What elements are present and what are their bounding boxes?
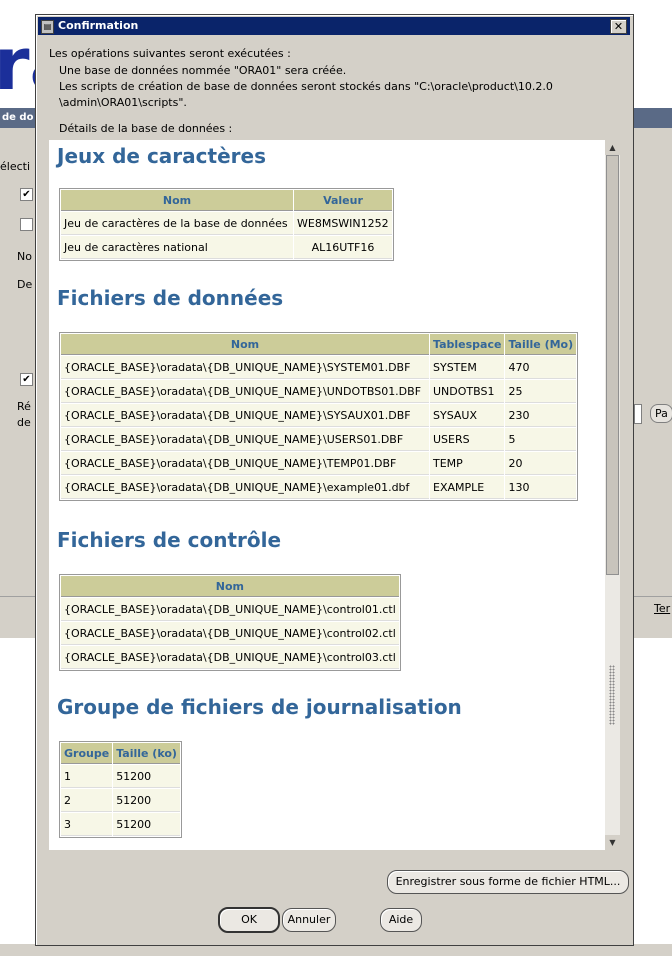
table-cell: USERS xyxy=(430,428,505,451)
controlfiles-heading: Fichiers de contrôle xyxy=(57,528,282,552)
table-cell: TEMP xyxy=(430,452,505,475)
intro-line-2: Une base de données nommée "ORA01" sera … xyxy=(59,64,347,77)
vertical-scrollbar[interactable]: ▲ ▼ xyxy=(605,140,620,850)
table-row: {ORACLE_BASE}\oradata\{DB_UNIQUE_NAME}\T… xyxy=(61,452,577,475)
datafiles-header-taille: Taille (Mo) xyxy=(505,334,577,355)
ok-button[interactable]: OK xyxy=(218,907,280,933)
scrollbar-grip xyxy=(609,665,615,725)
background-pa-button[interactable]: Pa xyxy=(650,404,672,423)
table-cell: 51200 xyxy=(113,813,180,836)
background-de2-label: de xyxy=(17,416,31,429)
background-logo: ra xyxy=(0,18,40,108)
datafiles-header-tablespace: Tablespace xyxy=(430,334,505,355)
background-logo-text: ra xyxy=(0,22,40,106)
redologs-table: Groupe Taille (ko) 1 51200 2 51200 3 512… xyxy=(59,741,182,838)
background-checkbox-1[interactable]: ✔ xyxy=(20,188,33,201)
scroll-down-arrow-icon[interactable]: ▼ xyxy=(605,835,620,850)
charsets-header-nom: Nom xyxy=(61,190,293,211)
table-cell: {ORACLE_BASE}\oradata\{DB_UNIQUE_NAME}\U… xyxy=(61,380,429,403)
intro-line-5: Détails de la base de données : xyxy=(59,122,233,135)
save-as-html-button[interactable]: Enregistrer sous forme de fichier HTML..… xyxy=(387,870,629,894)
background-checkbox-2[interactable] xyxy=(20,218,33,231)
charsets-heading: Jeux de caractères xyxy=(57,144,266,168)
table-row: {ORACLE_BASE}\oradata\{DB_UNIQUE_NAME}\c… xyxy=(61,622,399,645)
table-cell: 470 xyxy=(505,356,577,379)
table-row: 1 51200 xyxy=(61,765,180,788)
background-checkbox-3[interactable]: ✔ xyxy=(20,373,33,386)
table-cell: 230 xyxy=(505,404,577,427)
table-cell: Jeu de caractères national xyxy=(61,236,293,259)
table-row: {ORACLE_BASE}\oradata\{DB_UNIQUE_NAME}\c… xyxy=(61,598,399,621)
table-row: {ORACLE_BASE}\oradata\{DB_UNIQUE_NAME}\S… xyxy=(61,356,577,379)
background-nom-label: No xyxy=(17,250,32,263)
background-selection-label: électi xyxy=(0,160,31,173)
table-cell: {ORACLE_BASE}\oradata\{DB_UNIQUE_NAME}\c… xyxy=(61,622,399,645)
background-ter-label: Ter xyxy=(654,602,671,615)
background-input[interactable] xyxy=(634,404,642,424)
cancel-button[interactable]: Annuler xyxy=(282,908,336,932)
background-titlebar-right xyxy=(632,108,672,128)
table-cell: {ORACLE_BASE}\oradata\{DB_UNIQUE_NAME}\T… xyxy=(61,452,429,475)
table-cell: UNDOTBS1 xyxy=(430,380,505,403)
datafiles-header-nom: Nom xyxy=(61,334,429,355)
table-row: {ORACLE_BASE}\oradata\{DB_UNIQUE_NAME}\c… xyxy=(61,646,399,669)
table-cell: 2 xyxy=(61,789,113,812)
confirmation-dialog: ▤ Confirmation ✕ Les opérations suivante… xyxy=(35,14,634,946)
table-cell: 51200 xyxy=(113,765,180,788)
background-re-label: Ré xyxy=(17,400,31,413)
table-cell: 20 xyxy=(505,452,577,475)
table-cell: 5 xyxy=(505,428,577,451)
table-row: 3 51200 xyxy=(61,813,180,836)
redologs-heading: Groupe de fichiers de journalisation xyxy=(57,695,462,719)
table-row: {ORACLE_BASE}\oradata\{DB_UNIQUE_NAME}\S… xyxy=(61,404,577,427)
details-pane[interactable]: Jeux de caractères Nom Valeur Jeu de car… xyxy=(49,140,620,850)
table-row: 2 51200 xyxy=(61,789,180,812)
datafiles-table: Nom Tablespace Taille (Mo) {ORACLE_BASE}… xyxy=(59,332,579,501)
table-row: {ORACLE_BASE}\oradata\{DB_UNIQUE_NAME}\U… xyxy=(61,428,577,451)
table-cell: 3 xyxy=(61,813,113,836)
dialog-title: Confirmation xyxy=(58,19,139,32)
redologs-header-groupe: Groupe xyxy=(61,743,113,764)
help-button[interactable]: Aide xyxy=(380,908,422,932)
charsets-header-valeur: Valeur xyxy=(294,190,392,211)
table-cell: EXAMPLE xyxy=(430,476,505,499)
redologs-header-taille: Taille (ko) xyxy=(113,743,180,764)
table-cell: {ORACLE_BASE}\oradata\{DB_UNIQUE_NAME}\S… xyxy=(61,404,429,427)
table-row: Jeu de caractères national AL16UTF16 xyxy=(61,236,392,259)
scroll-up-arrow-icon[interactable]: ▲ xyxy=(605,140,620,155)
table-cell: {ORACLE_BASE}\oradata\{DB_UNIQUE_NAME}\U… xyxy=(61,428,429,451)
table-cell: AL16UTF16 xyxy=(294,236,392,259)
table-cell: Jeu de caractères de la base de données xyxy=(61,212,293,235)
table-cell: WE8MSWIN1252 xyxy=(294,212,392,235)
dialog-titlebar: ▤ Confirmation ✕ xyxy=(38,17,630,35)
window-icon: ▤ xyxy=(41,20,54,34)
table-row: Jeu de caractères de la base de données … xyxy=(61,212,392,235)
intro-line-1: Les opérations suivantes seront exécutée… xyxy=(49,47,291,60)
controlfiles-header-nom: Nom xyxy=(61,576,399,597)
table-row: {ORACLE_BASE}\oradata\{DB_UNIQUE_NAME}\e… xyxy=(61,476,577,499)
table-row: {ORACLE_BASE}\oradata\{DB_UNIQUE_NAME}\U… xyxy=(61,380,577,403)
intro-line-4: \admin\ORA01\scripts". xyxy=(59,96,187,109)
table-cell: 1 xyxy=(61,765,113,788)
scrollbar-thumb[interactable] xyxy=(606,155,619,575)
intro-line-3: Les scripts de création de base de donné… xyxy=(59,80,553,93)
table-cell: SYSAUX xyxy=(430,404,505,427)
controlfiles-table: Nom {ORACLE_BASE}\oradata\{DB_UNIQUE_NAM… xyxy=(59,574,401,671)
table-cell: {ORACLE_BASE}\oradata\{DB_UNIQUE_NAME}\S… xyxy=(61,356,429,379)
table-cell: SYSTEM xyxy=(430,356,505,379)
datafiles-heading: Fichiers de données xyxy=(57,286,284,310)
table-cell: 51200 xyxy=(113,789,180,812)
table-cell: 25 xyxy=(505,380,577,403)
table-cell: {ORACLE_BASE}\oradata\{DB_UNIQUE_NAME}\e… xyxy=(61,476,429,499)
charsets-table: Nom Valeur Jeu de caractères de la base … xyxy=(59,188,394,261)
table-cell: {ORACLE_BASE}\oradata\{DB_UNIQUE_NAME}\c… xyxy=(61,646,399,669)
table-cell: {ORACLE_BASE}\oradata\{DB_UNIQUE_NAME}\c… xyxy=(61,598,399,621)
background-de-label: De xyxy=(17,278,33,291)
table-cell: 130 xyxy=(505,476,577,499)
close-icon[interactable]: ✕ xyxy=(610,19,627,34)
